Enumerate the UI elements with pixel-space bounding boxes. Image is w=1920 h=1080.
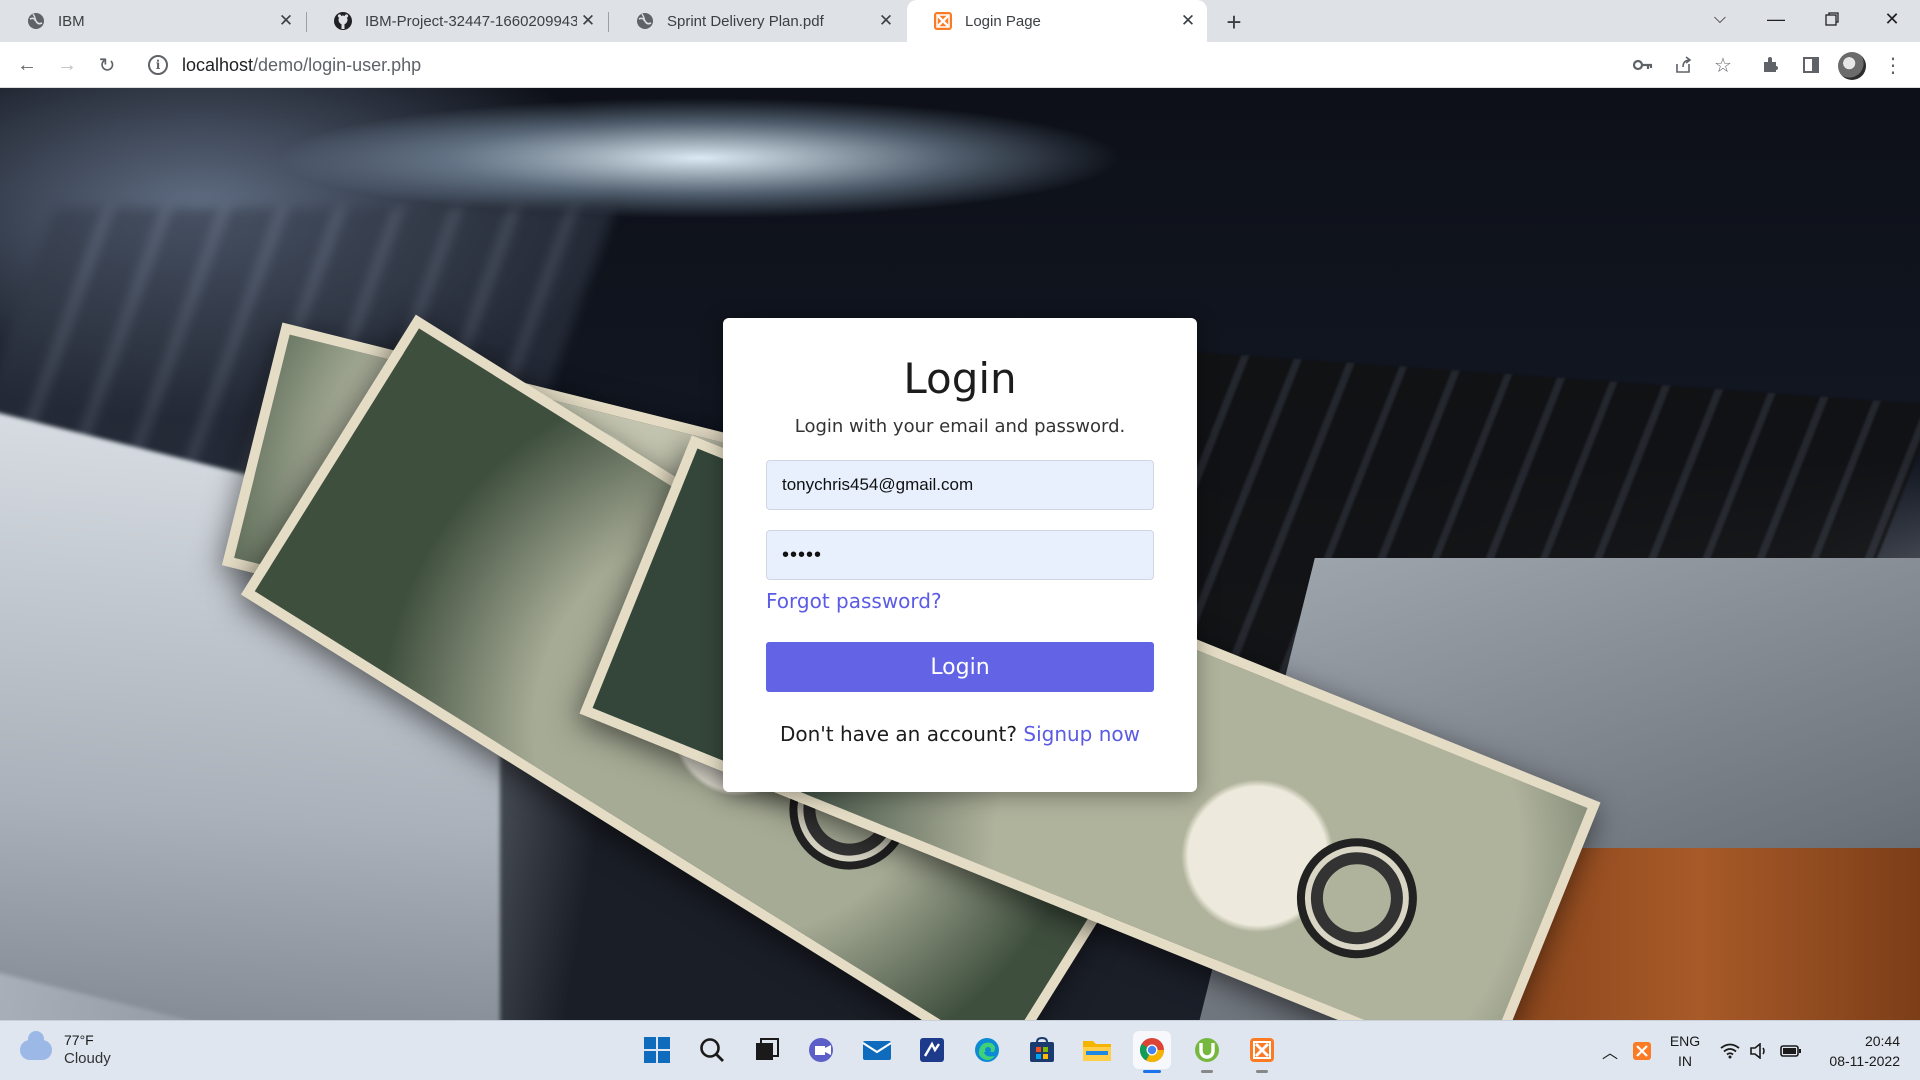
email-field[interactable]: tonychris454@gmail.com [766,460,1154,510]
browser-toolbar: ← → ↻ i localhost/demo/login-user.php ☆ … [0,42,1920,88]
utorrent-icon[interactable] [1188,1031,1226,1073]
back-button[interactable]: ← [10,48,44,82]
restore-button[interactable] [1804,0,1860,38]
weather-condition: Cloudy [64,1050,111,1067]
login-heading: Login [903,354,1017,403]
battery-icon[interactable] [1780,1021,1802,1080]
profile-avatar[interactable] [1838,52,1866,80]
forward-button[interactable]: → [50,48,84,82]
active-indicator [1143,1070,1161,1073]
weather-widget[interactable]: 77°F Cloudy [20,1030,111,1068]
url-path: /demo/login-user.php [253,54,422,75]
globe-icon [635,11,655,31]
weather-temperature: 77°F [64,1032,94,1048]
search-icon[interactable] [693,1031,731,1069]
tab-sprint-delivery-plan[interactable]: Sprint Delivery Plan.pdf ✕ [609,0,905,42]
clock-date: 08-11-2022 [1829,1053,1900,1069]
login-card: Login Login with your email and password… [723,318,1197,792]
running-indicator [1201,1070,1213,1073]
app-icon[interactable] [913,1031,951,1069]
tab-title: IBM-Project-32447-1660209943 [365,12,577,30]
extensions-icon[interactable] [1756,50,1786,80]
close-tab-icon[interactable]: ✕ [875,10,897,32]
start-icon[interactable] [638,1031,676,1069]
edge-icon[interactable] [968,1031,1006,1069]
signup-prompt-text: Don't have an account? [779,722,1018,746]
menu-kebab-icon[interactable]: ⋮ [1878,50,1908,80]
tab-title: Login Page [965,12,1041,30]
address-bar[interactable]: i localhost/demo/login-user.php [138,47,1758,83]
windows-taskbar: 77°F Cloudy ︿ ENG IN 20:44 08-11-2022 [0,1020,1920,1080]
tab-title: Sprint Delivery Plan.pdf [667,12,824,30]
wifi-icon[interactable] [1720,1021,1740,1080]
key-icon[interactable] [1628,50,1658,80]
new-tab-button[interactable]: + [1220,7,1248,37]
clock-time: 20:44 [1864,1033,1900,1049]
task-view-icon[interactable] [748,1031,786,1069]
close-window-button[interactable]: ✕ [1864,0,1920,38]
tab-search-icon[interactable]: ⌵ [1692,0,1748,38]
tab-title: IBM [58,12,85,30]
globe-icon [26,11,46,31]
url-host: localhost [182,54,254,75]
tab-login-page[interactable]: Login Page ✕ [907,0,1207,42]
tab-github-project[interactable]: IBM-Project-32447-1660209943 ✕ [307,0,607,42]
share-icon[interactable] [1668,50,1698,80]
teams-icon[interactable] [803,1031,841,1069]
cloud-icon [20,1030,52,1060]
reload-button[interactable]: ↻ [90,48,124,82]
chrome-icon[interactable] [1133,1031,1171,1073]
close-tab-icon[interactable]: ✕ [1177,10,1199,32]
store-icon[interactable] [1023,1031,1061,1069]
tab-strip: IBM ✕ IBM-Project-32447-1660209943 ✕ Spr… [0,0,1920,42]
close-tab-icon[interactable]: ✕ [577,10,599,32]
xampp-icon [933,11,953,31]
minimize-button[interactable]: — [1748,0,1804,38]
show-hidden-icons[interactable]: ︿ [1602,1021,1618,1080]
mail-icon[interactable] [858,1031,896,1069]
url-text[interactable]: localhost/demo/login-user.php [182,55,421,76]
login-subtitle: Login with your email and password. [794,416,1126,437]
system-clock[interactable]: 20:44 08-11-2022 [1800,1031,1900,1071]
region-code: IN [1678,1053,1692,1069]
running-indicator [1256,1070,1268,1073]
site-info-icon[interactable]: i [148,55,168,75]
close-tab-icon[interactable]: ✕ [275,10,297,32]
login-button[interactable]: Login [766,642,1154,692]
github-icon [333,11,353,31]
tab-ibm[interactable]: IBM ✕ [0,0,305,42]
file-explorer-icon[interactable] [1078,1031,1116,1069]
password-field[interactable]: ••••• [766,530,1154,580]
signup-prompt: Don't have an account? Signup now [723,722,1197,746]
language-code: ENG [1669,1033,1701,1049]
xampp-tray-icon[interactable] [1632,1021,1652,1080]
bookmark-star-icon[interactable]: ☆ [1708,50,1738,80]
signup-link[interactable]: Signup now [1023,722,1140,746]
input-language[interactable]: ENG IN [1668,1031,1702,1071]
forgot-password-link[interactable]: Forgot password? [766,589,942,613]
xampp-icon[interactable] [1243,1031,1281,1073]
side-panel-icon[interactable] [1796,50,1826,80]
volume-icon[interactable] [1750,1021,1768,1080]
